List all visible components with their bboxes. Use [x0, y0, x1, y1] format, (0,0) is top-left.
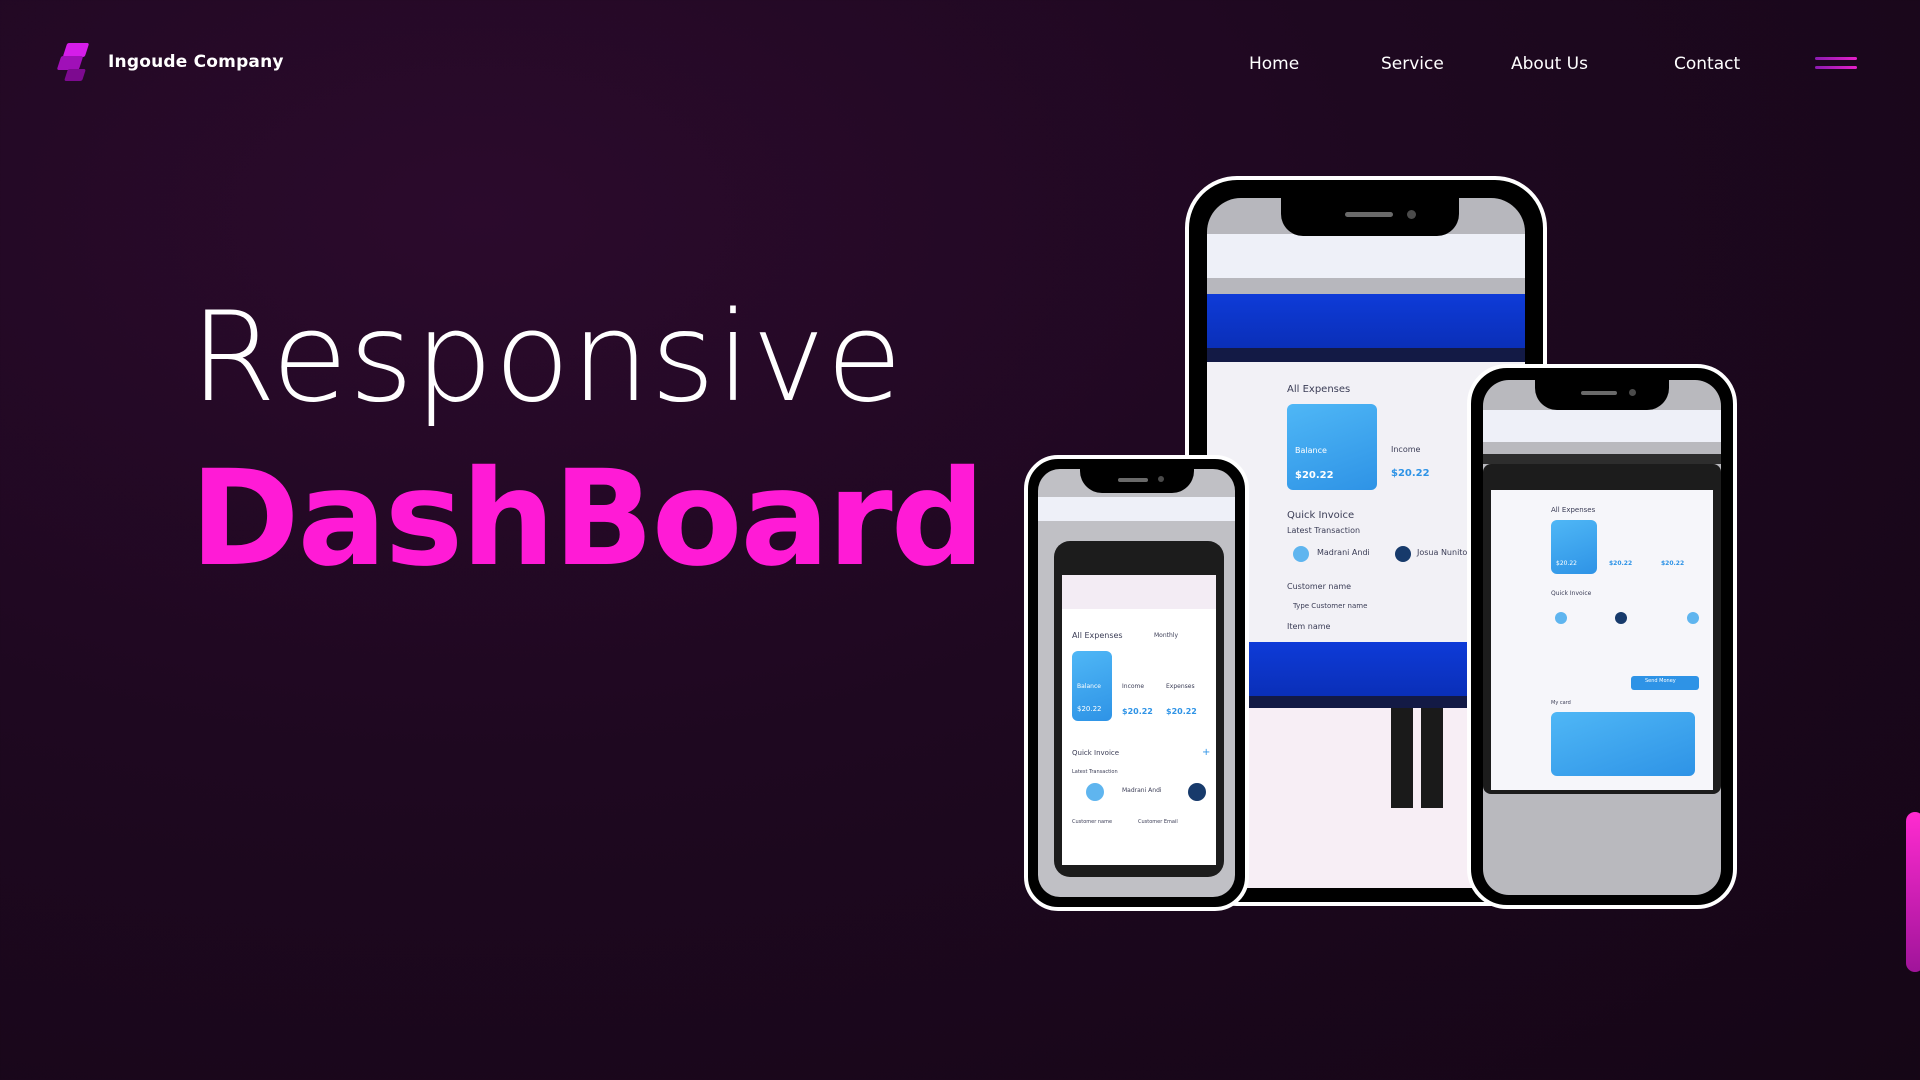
- left-avatar-2[interactable]: [1188, 783, 1206, 801]
- left-all-expenses-label: All Expenses: [1072, 631, 1123, 640]
- nav-home[interactable]: Home: [1249, 54, 1299, 74]
- hamburger-menu-icon[interactable]: [1815, 57, 1857, 73]
- center-avatar-2[interactable]: [1395, 546, 1411, 562]
- side-scroll-accent: [1906, 812, 1920, 972]
- nav-service[interactable]: Service: [1381, 54, 1444, 74]
- phone-large-notch: [1281, 198, 1459, 236]
- logo-icon: [56, 42, 94, 82]
- left-quick-invoice: Quick Invoice: [1072, 749, 1120, 757]
- brand-logo[interactable]: Ingoude Company: [56, 42, 284, 82]
- phone-right: All Expenses $20.22 $20.22 $20.22 Quick …: [1467, 364, 1737, 909]
- nav-about-us[interactable]: About Us: [1511, 54, 1588, 74]
- right-send-money-button[interactable]: Send Money: [1631, 676, 1699, 690]
- nav-contact[interactable]: Contact: [1674, 54, 1740, 74]
- hero-title-responsive: Responsive: [190, 286, 904, 430]
- center-balance-card[interactable]: Balance $20.22: [1287, 404, 1377, 490]
- left-avatar-1[interactable]: [1086, 783, 1104, 801]
- phone-left-small: All Expenses Monthly Balance $20.22 Inco…: [1024, 455, 1249, 911]
- left-add-icon[interactable]: +: [1202, 747, 1210, 758]
- right-my-card[interactable]: [1551, 712, 1695, 776]
- phone-left-screen: All Expenses Monthly Balance $20.22 Inco…: [1038, 469, 1235, 897]
- brand-name: Ingoude Company: [108, 52, 284, 72]
- center-all-expenses-label: All Expenses: [1287, 384, 1351, 395]
- phone-right-notch: [1535, 380, 1669, 410]
- hero-title-dashboard: DashBoard: [190, 442, 985, 596]
- phone-right-screen: All Expenses $20.22 $20.22 $20.22 Quick …: [1483, 380, 1721, 895]
- center-quick-invoice: Quick Invoice: [1287, 510, 1355, 521]
- right-balance-card[interactable]: $20.22: [1551, 520, 1597, 574]
- left-filter-dropdown[interactable]: Monthly: [1154, 632, 1178, 639]
- center-avatar-1[interactable]: [1293, 546, 1309, 562]
- left-balance-card[interactable]: Balance $20.22: [1072, 651, 1112, 721]
- phone-left-notch: [1080, 469, 1194, 493]
